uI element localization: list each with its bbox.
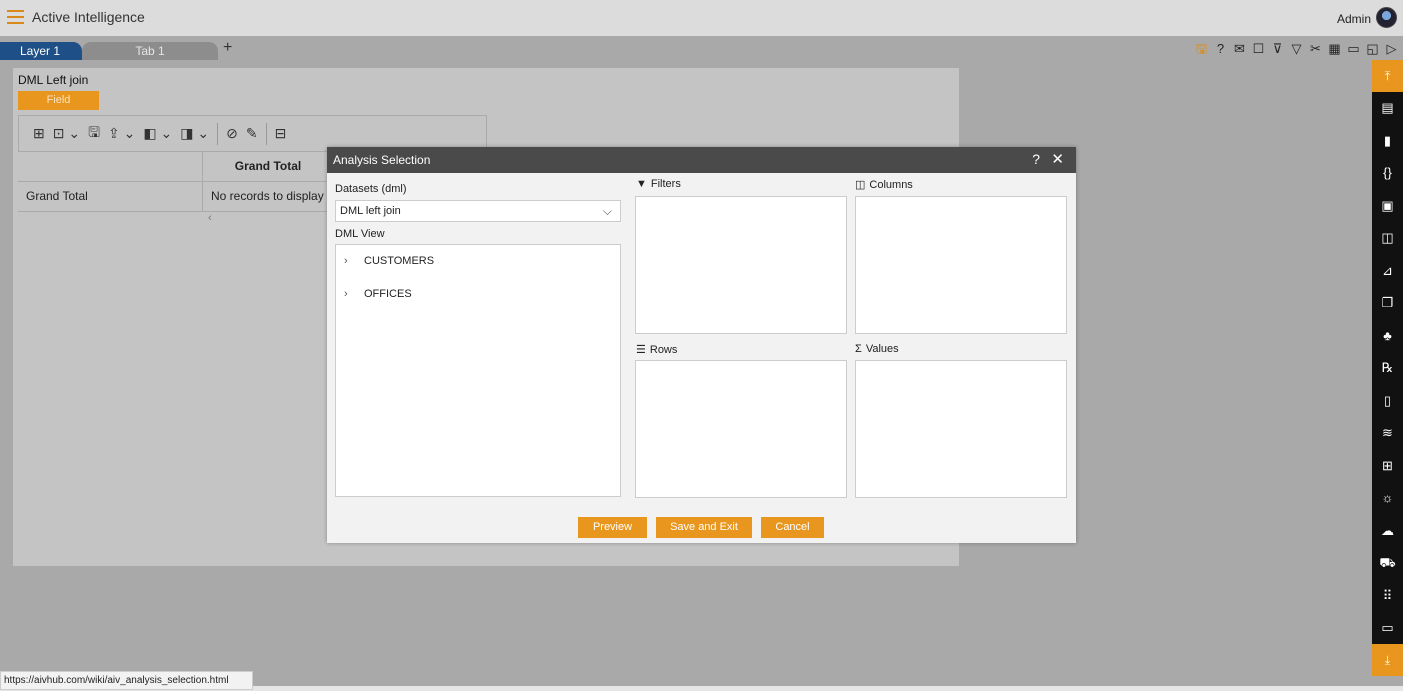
hierarchy-icon[interactable]: ♣ <box>1372 320 1403 353</box>
report-icon[interactable]: ▤ <box>1372 92 1403 125</box>
report-title: DML Left join <box>18 73 89 87</box>
add-tab-button[interactable]: + <box>223 39 232 57</box>
tab-1[interactable]: Tab 1 <box>82 42 218 60</box>
cart-icon[interactable]: ⛟ <box>1372 547 1403 580</box>
rows-icon: ☰ <box>636 344 646 356</box>
sigma-icon: Σ <box>855 343 862 355</box>
export-dropdown-icon[interactable]: ⇪ ⌄ <box>108 125 135 142</box>
menu-icon[interactable] <box>7 10 24 24</box>
datasets-value: DML left join <box>340 205 401 217</box>
grid-header-cell <box>18 152 203 181</box>
devices-icon[interactable]: ◱ <box>1365 40 1380 58</box>
clear-filter-icon[interactable]: ⊽ <box>1270 40 1285 58</box>
edit-icon[interactable]: ⊘ <box>226 125 238 142</box>
dml-view-label: DML View <box>335 228 385 240</box>
file-icon[interactable]: ▯ <box>1372 385 1403 418</box>
help-icon[interactable]: ? <box>1032 151 1040 167</box>
chart-dropdown-icon[interactable]: ⊡ ⌄ <box>53 125 80 142</box>
tools-icon[interactable]: ✂ <box>1308 40 1323 58</box>
document-icon[interactable]: ▮ <box>1372 125 1403 158</box>
pivot-grid: Grand Total Grand Total No records to di… <box>18 152 334 226</box>
grid-header-row: Grand Total <box>18 152 334 182</box>
format-dropdown-icon[interactable]: ◨ ⌄ <box>180 125 209 142</box>
chart-icon[interactable]: ⊿ <box>1372 255 1403 288</box>
rows-label: ☰ Rows <box>636 344 678 356</box>
filters-dropzone[interactable] <box>635 196 847 334</box>
present-icon[interactable]: ▭ <box>1346 40 1361 58</box>
code-icon[interactable]: {} <box>1372 157 1403 190</box>
play-icon[interactable]: ▷ <box>1384 40 1399 58</box>
scroll-left-icon[interactable]: ‹ <box>208 212 212 224</box>
filters-label: ▼ Filters <box>636 178 681 190</box>
table-row: Grand Total No records to display <box>18 182 334 212</box>
chevron-right-icon[interactable]: › <box>344 278 364 311</box>
toolbar-divider <box>265 122 267 145</box>
save-icon[interactable]: 🖫 <box>88 122 100 146</box>
grid-cell: No records to display <box>203 182 334 211</box>
horizontal-scrollbar[interactable]: ‹ <box>18 212 334 227</box>
app-header: Active Intelligence Admin <box>0 0 1403 36</box>
add-widget-icon[interactable]: ⊞ <box>1372 450 1403 483</box>
rx-icon[interactable]: ℞ <box>1372 352 1403 385</box>
dashboard-toolbar: 🖫 ? ✉ ☐ ⊽ ▽ ✂ ▦ ▭ ◱ ▷ <box>1194 40 1399 58</box>
image-icon[interactable]: ▣ <box>1372 190 1403 223</box>
values-dropzone[interactable] <box>855 360 1067 498</box>
dialog-header: Analysis Selection ? ✕ <box>327 147 1076 173</box>
status-url: https://aivhub.com/wiki/aiv_analysis_sel… <box>0 671 253 690</box>
cancel-button[interactable]: Cancel <box>761 517 824 538</box>
save-icon[interactable]: 🖫 <box>1194 40 1209 58</box>
copy-icon[interactable]: ❐ <box>1372 287 1403 320</box>
filter-icon[interactable]: ▽ <box>1289 40 1304 58</box>
filter-icon: ▼ <box>636 178 647 190</box>
rows-dropzone[interactable] <box>635 360 847 498</box>
tree-item-offices[interactable]: › OFFICES <box>336 278 620 311</box>
scroll-top-icon[interactable]: ⤒ <box>1372 60 1403 92</box>
edit-field-icon[interactable]: ✎ <box>246 125 258 142</box>
mail-icon[interactable]: ✉ <box>1232 40 1247 58</box>
settings-icon[interactable]: ⊟ <box>275 125 287 142</box>
tree-item-customers[interactable]: › CUSTOMERS <box>336 245 620 278</box>
terminal-icon[interactable]: ▭ <box>1372 612 1403 645</box>
grid-view-icon[interactable]: ⊞ <box>33 125 45 142</box>
grid-header-cell: Grand Total <box>203 152 334 181</box>
datasets-label: Datasets (dml) <box>335 183 407 195</box>
cloud-upload-icon[interactable]: ☁ <box>1372 515 1403 548</box>
values-label: Σ Values <box>855 343 899 355</box>
dml-view-tree: › CUSTOMERS › OFFICES <box>335 244 621 497</box>
help-icon[interactable]: ? <box>1213 40 1228 58</box>
columns-icon: ◫ <box>855 179 866 191</box>
tab-layer-1[interactable]: Layer 1 <box>0 42 82 60</box>
grid-icon[interactable]: ⠿ <box>1372 580 1403 613</box>
alert-icon[interactable]: ☼ <box>1372 482 1403 515</box>
chevron-down-icon: ⌵ <box>602 204 612 218</box>
field-button[interactable]: Field <box>18 91 99 110</box>
dialog-title: Analysis Selection <box>333 153 431 167</box>
close-icon[interactable]: ✕ <box>1051 150 1064 168</box>
table-icon[interactable]: ▦ <box>1327 40 1342 58</box>
column-dropdown-icon[interactable]: ◧ ⌄ <box>143 125 172 142</box>
app-title: Active Intelligence <box>32 9 145 25</box>
comment-icon[interactable]: ☐ <box>1251 40 1266 58</box>
datasets-select[interactable]: DML left join ⌵ <box>335 200 621 222</box>
layout-icon[interactable]: ◫ <box>1372 222 1403 255</box>
user-name[interactable]: Admin <box>1337 12 1371 26</box>
avatar[interactable] <box>1376 7 1397 28</box>
columns-label: ◫ Columns <box>855 179 913 191</box>
save-and-exit-button[interactable]: Save and Exit <box>656 517 752 538</box>
preview-button[interactable]: Preview <box>578 517 647 538</box>
toolbar-divider <box>217 122 219 145</box>
chevron-right-icon[interactable]: › <box>344 245 364 278</box>
tab-bar: Layer 1 Tab 1 + 🖫 ? ✉ ☐ ⊽ ▽ ✂ ▦ ▭ ◱ ▷ <box>0 36 1403 60</box>
layers-icon[interactable]: ≋ <box>1372 417 1403 450</box>
scroll-bottom-icon[interactable]: ⤓ <box>1372 644 1403 676</box>
analysis-selection-dialog: Analysis Selection ? ✕ Datasets (dml) DM… <box>327 147 1076 543</box>
grid-cell: Grand Total <box>18 182 203 211</box>
right-sidebar: ⤒ ▤ ▮ {} ▣ ◫ ⊿ ❐ ♣ ℞ ▯ ≋ ⊞ ☼ ☁ ⛟ ⠿ ▭ ⤓ <box>1372 60 1403 676</box>
columns-dropzone[interactable] <box>855 196 1067 334</box>
